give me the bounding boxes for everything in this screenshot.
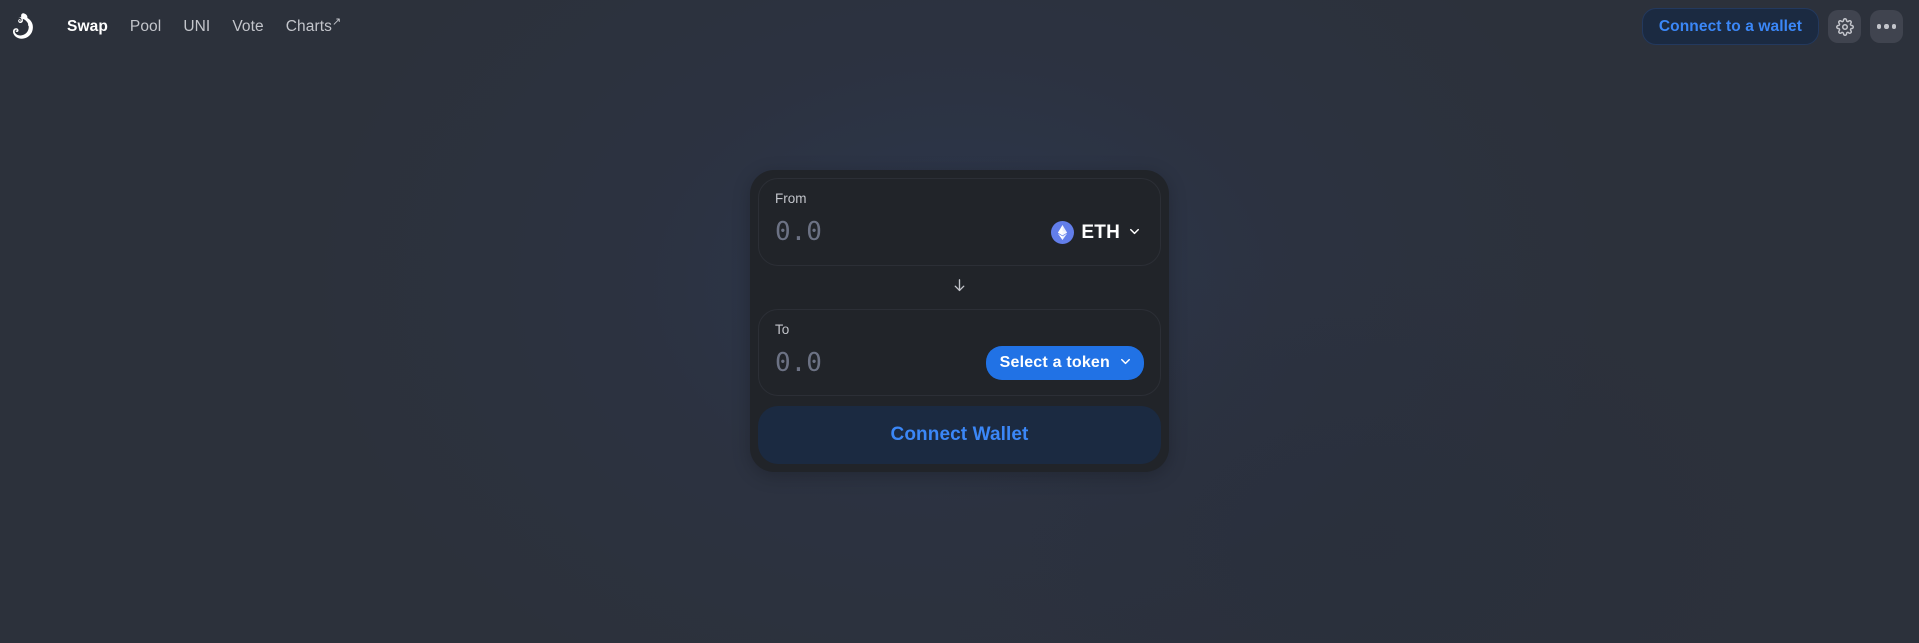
main-navigation: Swap Pool UNI Vote Charts↗ bbox=[56, 11, 352, 42]
swap-card: From ETH bbox=[750, 170, 1169, 472]
nav-item-vote[interactable]: Vote bbox=[221, 12, 274, 42]
nav-item-uni[interactable]: UNI bbox=[172, 12, 221, 42]
to-row: Select a token bbox=[775, 346, 1144, 380]
from-token-select-button[interactable]: ETH bbox=[1047, 219, 1144, 246]
nav-item-label: Pool bbox=[129, 17, 162, 35]
from-amount-input[interactable] bbox=[775, 218, 978, 247]
from-row: ETH bbox=[775, 216, 1144, 250]
nav-item-label: Charts bbox=[285, 18, 333, 36]
to-token-select-button[interactable]: Select a token bbox=[985, 346, 1144, 380]
gear-icon bbox=[1835, 17, 1854, 36]
nav-item-label: Vote bbox=[232, 17, 264, 35]
settings-button[interactable] bbox=[1828, 10, 1861, 43]
connect-to-a-wallet-button[interactable]: Connect to a wallet bbox=[1641, 7, 1819, 46]
nav-item-pool[interactable]: Pool bbox=[119, 12, 172, 42]
header-actions: Connect to a wallet bbox=[1641, 7, 1903, 46]
arrow-down-icon bbox=[951, 277, 968, 299]
nav-item-label: UNI bbox=[183, 17, 211, 35]
select-a-token-label: Select a token bbox=[999, 354, 1110, 371]
to-amount-input[interactable] bbox=[775, 348, 978, 378]
nav-item-swap[interactable]: Swap bbox=[56, 12, 119, 42]
chevron-down-icon bbox=[1118, 354, 1133, 372]
from-token-symbol: ETH bbox=[1081, 221, 1120, 243]
chevron-down-icon bbox=[1127, 224, 1142, 242]
from-label: From bbox=[775, 191, 807, 206]
app-header: Swap Pool UNI Vote Charts↗ Connect to a … bbox=[0, 0, 1919, 53]
switch-tokens-button[interactable] bbox=[758, 266, 1161, 309]
main-content: From ETH bbox=[0, 53, 1919, 472]
to-label: To bbox=[775, 321, 790, 337]
nav-item-label: Swap bbox=[67, 17, 108, 35]
ethereum-logo-icon bbox=[1051, 221, 1075, 244]
ellipsis-icon bbox=[1876, 24, 1897, 29]
more-options-button[interactable] bbox=[1870, 10, 1903, 43]
uniswap-unicorn-logo-icon[interactable] bbox=[10, 11, 42, 43]
swap-to-panel: To Select a token bbox=[758, 308, 1161, 396]
connect-wallet-button[interactable]: Connect Wallet bbox=[758, 406, 1161, 464]
external-link-icon: ↗ bbox=[332, 15, 342, 28]
swap-from-panel: From ETH bbox=[758, 178, 1161, 266]
nav-item-charts[interactable]: Charts↗ bbox=[275, 11, 353, 42]
